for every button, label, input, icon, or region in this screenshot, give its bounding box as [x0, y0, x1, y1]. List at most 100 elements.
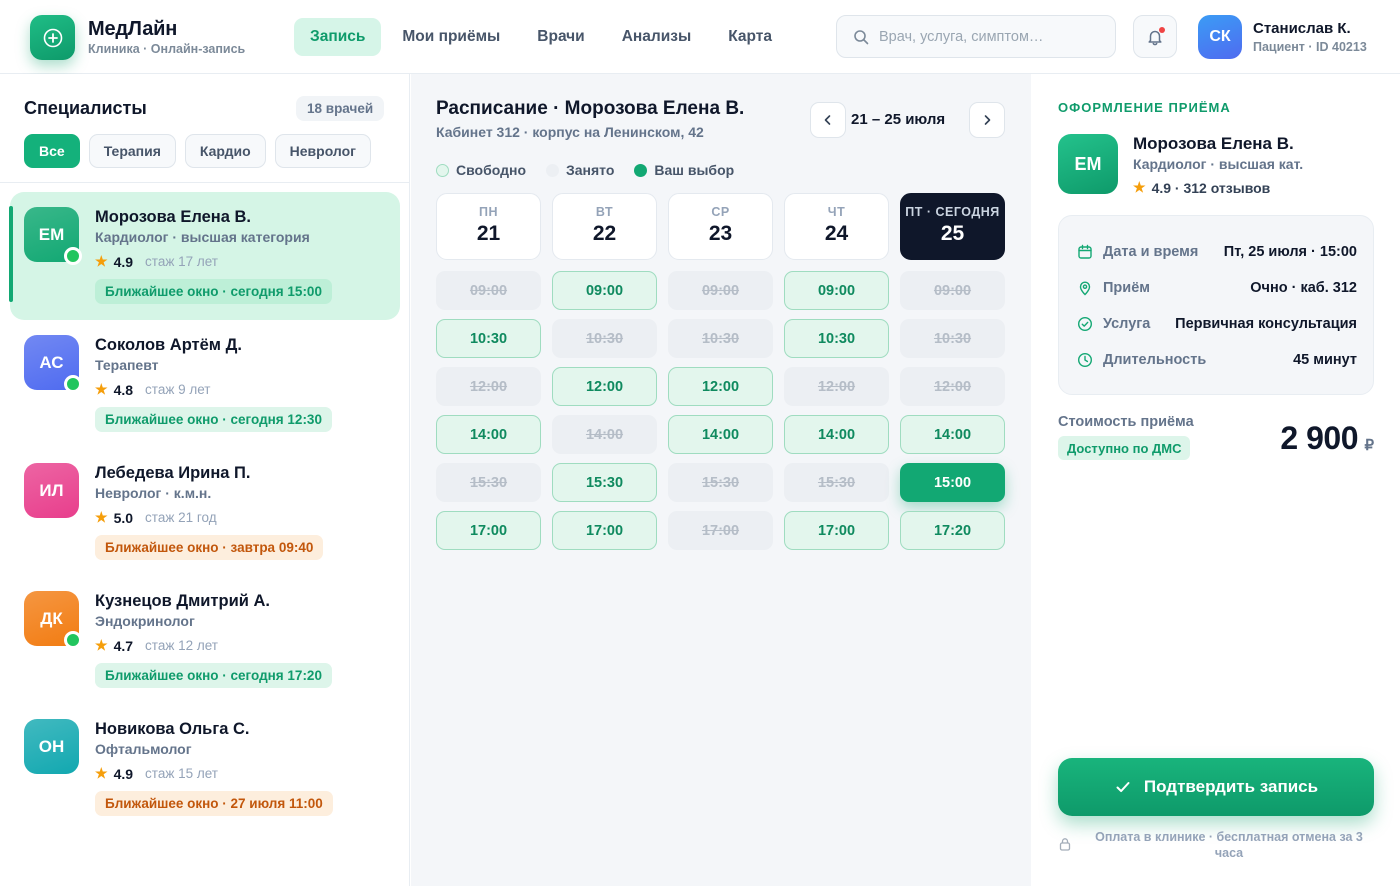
legend-busy: Занято [546, 162, 614, 178]
nav-doctors[interactable]: Врачи [521, 18, 600, 56]
doctor-experience: стаж 9 лет [145, 382, 211, 397]
day-of-week: СР [711, 205, 730, 219]
doctor-specialty: Эндокринолог [95, 613, 195, 629]
legend-free-swatch [436, 163, 449, 177]
time-slot-free[interactable]: 14:00 [784, 415, 889, 454]
nav-medical-card[interactable]: Карта [712, 18, 788, 56]
time-slot-free[interactable]: 10:30 [784, 319, 889, 358]
time-slot-free[interactable]: 17:00 [784, 511, 889, 550]
price-value: 2 900 [1280, 420, 1358, 456]
nearest-slot-badge: Ближайшее окно · 27 июля 11:00 [95, 791, 333, 816]
day-number: 23 [708, 222, 733, 245]
doctor-name: Новикова Ольга С. [95, 720, 250, 738]
doctor-rating-value: 4.9 [113, 765, 134, 782]
star-icon: ★ [95, 509, 108, 525]
location-pin-icon [1079, 281, 1091, 296]
doctors-count-badge: 18 врачей [296, 96, 385, 121]
star-icon: ★ [95, 253, 108, 269]
doctor-rating-value: 4.8 [113, 381, 134, 398]
day-header: СР 23 [668, 193, 773, 260]
week-range: 21 – 25 июля [851, 111, 946, 128]
legend-free-label: Свободно [456, 162, 526, 178]
time-slot-free[interactable]: 12:00 [668, 367, 773, 406]
chevron-right-icon [984, 115, 991, 125]
specialists-title: Специалисты [24, 98, 147, 118]
doctor-card[interactable]: АС Соколов Артём Д. Терапевт ★ 4.8 стаж 9 лет… [10, 320, 400, 448]
doctor-rating-value: 4.7 [113, 637, 134, 654]
legend-free: Свободно [436, 162, 526, 178]
day-header: ПТ · СЕГОДНЯ 25 [900, 193, 1005, 260]
doctor-specialty: Невролог · к.м.н. [95, 485, 212, 501]
doctor-specialty: Офтальмолог [95, 741, 192, 757]
day-number: 25 [940, 222, 965, 245]
star-icon: ★ [95, 637, 108, 653]
time-slot-free[interactable]: 14:00 [436, 415, 541, 454]
booking-section-label: ОФОРМЛЕНИЕ ПРИЁМА [1058, 100, 1231, 115]
brand-name: МедЛайн [88, 18, 178, 40]
prev-week-button[interactable] [810, 102, 846, 138]
booking-doctor-rating: ★ 4.9 · 312 отзывов [1133, 179, 1270, 196]
time-slot-selected[interactable]: 15:00 [900, 463, 1005, 502]
filter-cardio[interactable]: Кардио [184, 134, 266, 168]
confirm-booking-button[interactable]: Подтвердить запись [1058, 758, 1374, 816]
time-slot-free[interactable]: 15:30 [552, 463, 657, 502]
time-slot-busy: 09:00 [668, 271, 773, 310]
day-header: ПН 21 [436, 193, 541, 260]
doctor-name: Кузнецов Дмитрий А. [95, 592, 270, 610]
day-of-week: ВТ [595, 205, 614, 219]
detail-datetime-label: Дата и время [1103, 244, 1199, 260]
doctor-rating: ★ 4.9 стаж 15 лет [95, 765, 218, 782]
time-slot-free[interactable]: 14:00 [900, 415, 1005, 454]
check-circle-icon [1077, 316, 1093, 332]
price-currency: ₽ [1364, 437, 1374, 454]
day-header: ВТ 22 [552, 193, 657, 260]
specialists-panel: Специалисты 18 врачей Все Терапия Кардио… [0, 74, 410, 886]
doctor-experience: стаж 17 лет [145, 254, 218, 269]
user-name: Станислав К. [1253, 20, 1351, 37]
doctor-rating: ★ 4.7 стаж 12 лет [95, 637, 218, 654]
time-slot-busy: 15:30 [436, 463, 541, 502]
clinic-logo[interactable] [30, 15, 75, 60]
time-slot-free[interactable]: 09:00 [784, 271, 889, 310]
doctor-experience: стаж 12 лет [145, 638, 218, 653]
specialty-filters: Все Терапия Кардио Невролог [24, 134, 380, 168]
day-number: 24 [824, 222, 849, 245]
doctor-experience: стаж 15 лет [145, 766, 218, 781]
notifications-button[interactable] [1133, 15, 1177, 58]
filter-neurology[interactable]: Невролог [274, 134, 372, 168]
doctor-name: Лебедева Ирина П. [95, 464, 251, 482]
time-slot-free[interactable]: 17:00 [436, 511, 541, 550]
legend-selected-label: Ваш выбор [654, 162, 735, 178]
nav-my-appointments[interactable]: Мои приёмы [386, 18, 516, 56]
time-slot-busy: 17:00 [668, 511, 773, 550]
doctor-card[interactable]: ДК Кузнецов Дмитрий А. Эндокринолог ★ 4.7 ста… [10, 576, 400, 704]
user-avatar[interactable]: СК [1198, 15, 1242, 59]
doctor-card[interactable]: ИЛ Лебедева Ирина П. Невролог · к.м.н. ★ 5.0… [10, 448, 400, 576]
search-input[interactable]: Врач, услуга, симптом… [836, 15, 1116, 58]
time-slot-free[interactable]: 10:30 [436, 319, 541, 358]
detail-type-label: Приём [1103, 280, 1150, 296]
doctor-avatar: ОН [24, 719, 79, 774]
doctor-card[interactable]: ЕМ Морозова Елена В. Кардиолог · высшая ка… [9, 192, 400, 320]
nav-tests[interactable]: Анализы [606, 18, 708, 56]
nearest-slot-badge: Ближайшее окно · сегодня 12:30 [95, 407, 332, 432]
time-slot-busy: 15:30 [668, 463, 773, 502]
detail-service-label: Услуга [1103, 316, 1151, 332]
checkmark-icon [1116, 782, 1130, 793]
doctor-experience: стаж 21 год [145, 510, 217, 525]
time-slot-free[interactable]: 12:00 [552, 367, 657, 406]
time-slot-free[interactable]: 14:00 [668, 415, 773, 454]
app-header: МедЛайн Клиника · Онлайн-запись Запись М… [0, 0, 1400, 74]
filter-therapy[interactable]: Терапия [88, 134, 176, 168]
schedule-panel: Расписание · Морозова Елена В. Кабинет 3… [411, 74, 1031, 886]
nav-booking[interactable]: Запись [294, 18, 382, 56]
next-week-button[interactable] [969, 102, 1005, 138]
time-slot-free[interactable]: 17:00 [552, 511, 657, 550]
filter-all[interactable]: Все [24, 134, 80, 168]
detail-type-value: Очно · каб. 312 [1250, 280, 1357, 296]
doctor-card[interactable]: ОН Новикова Ольга С. Офтальмолог ★ 4.9 стаж 1… [10, 704, 400, 832]
booking-rating-text: 4.9 · 312 отзывов [1151, 179, 1271, 196]
nearest-slot-badge: Ближайшее окно · сегодня 15:00 [95, 279, 332, 304]
time-slot-free[interactable]: 09:00 [552, 271, 657, 310]
time-slot-free[interactable]: 17:20 [900, 511, 1005, 550]
